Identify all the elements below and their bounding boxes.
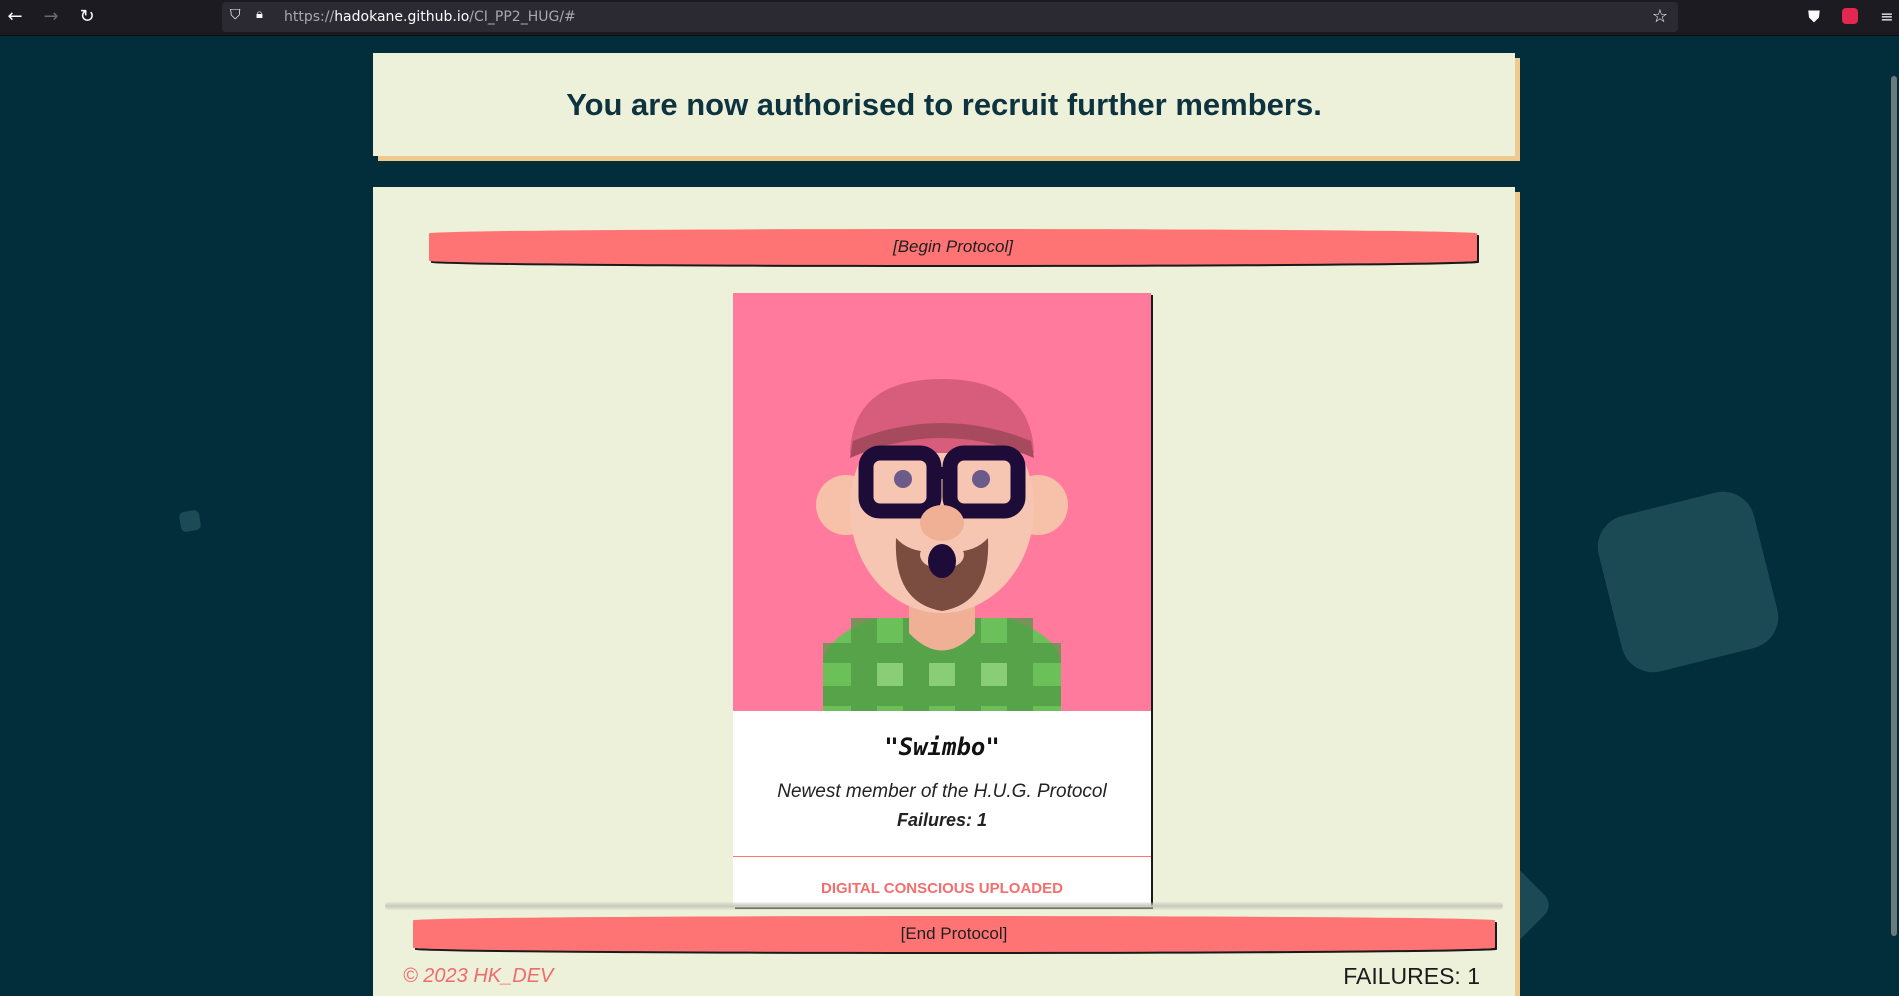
failures-counter: FAILURES: 1: [1343, 963, 1480, 989]
extension-icon[interactable]: [1842, 8, 1858, 24]
menu-icon[interactable]: ≡: [1876, 6, 1898, 28]
reload-button[interactable]: ↻: [76, 6, 98, 28]
member-failures: Failures: 1: [896, 810, 988, 830]
page-title: You are now authorised to recruit furthe…: [566, 87, 1322, 122]
background-square: [178, 509, 202, 533]
browser-toolbar: ← → ↻ ⛉ 🔒︎ https://hadokane.github.io/CI…: [0, 0, 1899, 36]
address-bar[interactable]: ⛉ 🔒︎ https://hadokane.github.io/CI_PP2_H…: [222, 2, 1678, 32]
avatar-illustration: [816, 379, 1068, 711]
member-name: "Swimbo": [884, 733, 1000, 761]
avatar: [733, 293, 1151, 711]
member-subtitle: Newest member of the H.U.G. Protocol: [777, 781, 1107, 802]
upload-status: DIGITAL CONSCIOUS UPLOADED: [821, 880, 1063, 897]
begin-protocol-button[interactable]: [Begin Protocol]: [429, 229, 1477, 265]
page-scrollbar[interactable]: [1887, 36, 1899, 996]
member-card: "Swimbo" Newest member of the H.U.G. Pro…: [733, 293, 1151, 907]
card-divider: [733, 856, 1151, 857]
shield-icon[interactable]: ⛉: [230, 7, 241, 23]
background-square: [1591, 485, 1785, 679]
divider: [385, 902, 1503, 910]
header-panel: You are now authorised to recruit furthe…: [373, 53, 1515, 156]
scrollbar-thumb[interactable]: [1891, 76, 1897, 936]
forward-button[interactable]: →: [40, 6, 62, 28]
main-panel: [Begin Protocol] "Swimbo" Newest member …: [373, 187, 1515, 996]
back-button[interactable]: ←: [4, 6, 26, 28]
lock-icon[interactable]: 🔒︎: [256, 7, 263, 22]
bookmark-star-icon[interactable]: ☆: [1652, 6, 1668, 27]
end-protocol-button[interactable]: [End Protocol]: [413, 916, 1495, 952]
pocket-icon[interactable]: ⛊: [1803, 6, 1825, 28]
url-text[interactable]: https://hadokane.github.io/CI_PP2_HUG/#: [284, 9, 576, 25]
copyright: © 2023 HK_DEV: [403, 965, 554, 987]
